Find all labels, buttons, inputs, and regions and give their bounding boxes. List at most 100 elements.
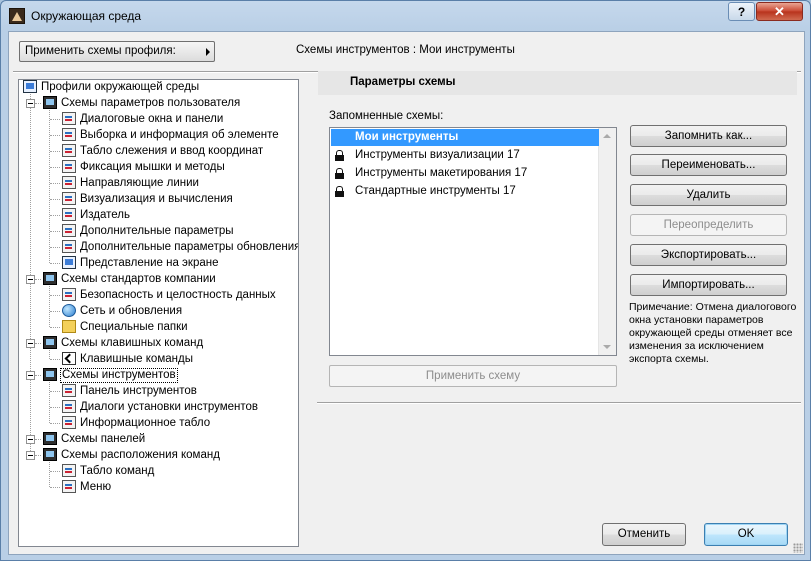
apply-profile-button[interactable]: Применить схемы профиля: — [19, 41, 215, 62]
settings-icon — [62, 288, 76, 301]
current-scheme-label: Схемы инструментов : Мои инструменты — [296, 44, 515, 56]
export-button[interactable]: Экспортировать... — [630, 244, 787, 266]
saved-schemes-list[interactable]: Мои инструменты Инструменты визуализации … — [329, 127, 617, 356]
collapse-icon[interactable] — [26, 99, 35, 108]
resize-grip[interactable] — [793, 543, 803, 553]
tree-group-item-label: Схемы клавишных команд — [61, 337, 204, 349]
rename-button[interactable]: Переименовать... — [630, 154, 787, 176]
tree-line — [50, 135, 60, 136]
arrow-right-icon — [206, 48, 210, 56]
tree-child-item-label: Визуализация и вычисления — [80, 193, 233, 205]
collapse-icon[interactable] — [26, 435, 35, 444]
scheme-icon — [43, 272, 57, 285]
scheme-label: Мои инструменты — [355, 131, 459, 143]
scheme-list-item[interactable]: Стандартные инструменты 17 — [331, 183, 599, 200]
scheme-label: Стандартные инструменты 17 — [355, 185, 516, 197]
redefine-button[interactable]: Переопределить — [630, 214, 787, 236]
tree-line — [50, 119, 60, 120]
help-button[interactable]: ? — [728, 2, 755, 21]
tree-line — [50, 199, 60, 200]
save-as-button[interactable]: Запомнить как... — [630, 125, 787, 147]
saved-schemes-label: Запомненные схемы: — [329, 110, 444, 122]
scheme-params-title: Параметры схемы — [350, 76, 456, 88]
tree-line — [50, 295, 60, 296]
close-button[interactable]: ✕ — [756, 2, 803, 21]
tree-line — [35, 375, 41, 376]
tree-line — [35, 279, 41, 280]
import-button[interactable]: Импортировать... — [630, 274, 787, 296]
title-bar[interactable]: Окружающая среда ? ✕ — [1, 1, 810, 31]
tree-line — [50, 247, 60, 248]
tree-root-label: Профили окружающей среды — [41, 81, 200, 93]
scheme-icon — [43, 96, 57, 109]
lock-icon — [335, 150, 344, 161]
settings-icon — [62, 128, 76, 141]
apply-scheme-button[interactable]: Применить схему — [329, 365, 617, 387]
tree-child-item-label: Издатель — [80, 209, 130, 221]
settings-icon — [62, 224, 76, 237]
scheme-params-header: Параметры схемы — [318, 71, 797, 95]
scheme-list-item[interactable]: Мои инструменты — [331, 129, 599, 146]
scheme-list-item[interactable]: Инструменты визуализации 17 — [331, 147, 599, 164]
tree-group-item-label: Схемы инструментов — [60, 368, 178, 383]
environment-dialog: Окружающая среда ? ✕ Применить схемы про… — [0, 0, 811, 561]
tree-group-item-label: Схемы стандартов компании — [61, 273, 216, 285]
settings-icon — [62, 384, 76, 397]
settings-icon — [62, 112, 76, 125]
tree-line — [50, 391, 60, 392]
tree-child-item-label: Меню — [80, 481, 112, 493]
shortcut-icon — [62, 352, 76, 365]
scheme-icon — [43, 368, 57, 381]
tree-group-item-label: Схемы параметров пользователя — [61, 97, 241, 109]
tree-line — [49, 382, 50, 423]
tree-child-item-label: Безопасность и целостность данных — [80, 289, 276, 301]
folder-icon — [62, 320, 76, 333]
tree-line — [35, 343, 41, 344]
scheme-icon — [43, 432, 57, 445]
tree-child-item-label: Табло команд — [80, 465, 155, 477]
tree-line — [49, 350, 50, 359]
scroll-up-icon[interactable] — [603, 134, 611, 138]
globe-icon — [62, 304, 76, 317]
settings-icon — [62, 144, 76, 157]
monitor-icon — [62, 256, 76, 269]
tree-child-item-label: Специальные папки — [80, 321, 188, 333]
delete-button[interactable]: Удалить — [630, 184, 787, 206]
collapse-icon[interactable] — [26, 451, 35, 460]
tree-line — [50, 423, 60, 424]
tree-child-item-label: Дополнительные параметры обновления — [80, 241, 299, 253]
scroll-down-icon[interactable] — [603, 345, 611, 349]
collapse-icon[interactable] — [26, 275, 35, 284]
tree-line — [49, 286, 50, 327]
tree-child-item-label: Панель инструментов — [80, 385, 197, 397]
tree-line — [50, 263, 60, 264]
scheme-label: Инструменты визуализации 17 — [355, 149, 520, 161]
tree-line — [35, 103, 41, 104]
tree-line — [49, 462, 50, 487]
settings-icon — [62, 416, 76, 429]
window-title: Окружающая среда — [31, 9, 142, 23]
tree-line — [35, 455, 41, 456]
lock-icon — [335, 168, 344, 179]
lock-icon — [335, 186, 344, 197]
settings-icon — [62, 400, 76, 413]
settings-icon — [62, 240, 76, 253]
collapse-icon[interactable] — [26, 339, 35, 348]
tree-group-item-label: Схемы расположения команд — [61, 449, 220, 461]
list-scrollbar[interactable] — [598, 128, 616, 355]
settings-icon — [62, 480, 76, 493]
collapse-icon[interactable] — [26, 371, 35, 380]
scheme-icon — [43, 448, 57, 461]
ok-button[interactable]: OK — [704, 523, 788, 546]
tree-child-item-label: Информационное табло — [80, 417, 211, 429]
tree-child-item-label: Диалоговые окна и панели — [80, 113, 224, 125]
tree-group-item-label: Схемы панелей — [61, 433, 146, 445]
app-icon — [9, 8, 25, 24]
cancel-button[interactable]: Отменить — [602, 523, 686, 546]
profiles-tree[interactable]: Профили окружающей среды Схемы параметров… — [18, 79, 299, 547]
tree-child-item-label: Сеть и обновления — [80, 305, 183, 317]
tree-line — [50, 311, 60, 312]
tree-line — [50, 359, 60, 360]
scheme-list-item[interactable]: Инструменты макетирования 17 — [331, 165, 599, 182]
separator — [317, 402, 801, 404]
